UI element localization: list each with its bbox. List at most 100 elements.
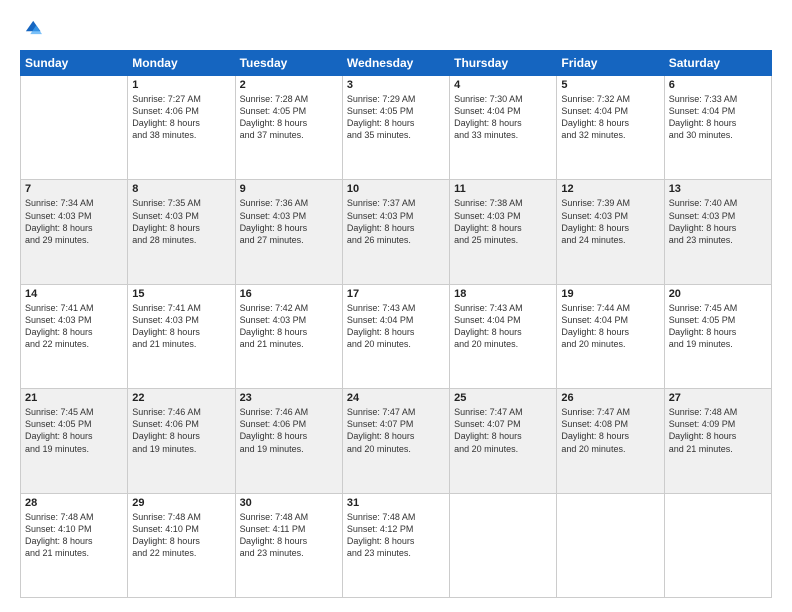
header (20, 18, 772, 40)
calendar-cell: 1 Sunrise: 7:27 AM Sunset: 4:06 PM Daylig… (128, 76, 235, 180)
day-info: Sunrise: 7:48 AM Sunset: 4:12 PM Dayligh… (347, 511, 445, 560)
calendar-cell: 8 Sunrise: 7:35 AM Sunset: 4:03 PM Daylig… (128, 180, 235, 284)
day-info: Sunrise: 7:40 AM Sunset: 4:03 PM Dayligh… (669, 197, 767, 246)
day-info: Sunrise: 7:43 AM Sunset: 4:04 PM Dayligh… (454, 302, 552, 351)
day-number: 18 (454, 288, 552, 300)
calendar-cell: 27 Sunrise: 7:48 AM Sunset: 4:09 PM Dayli… (664, 389, 771, 493)
day-info: Sunrise: 7:46 AM Sunset: 4:06 PM Dayligh… (132, 406, 230, 455)
calendar-cell: 22Sunrise: 7:46 AM Sunset: 4:06 PM Dayli… (128, 389, 235, 493)
calendar-cell: 9 Sunrise: 7:36 AM Sunset: 4:03 PM Daylig… (235, 180, 342, 284)
weekday-header-sunday: Sunday (21, 51, 128, 76)
weekday-header-saturday: Saturday (664, 51, 771, 76)
weekday-header-wednesday: Wednesday (342, 51, 449, 76)
day-info: Sunrise: 7:44 AM Sunset: 4:04 PM Dayligh… (561, 302, 659, 351)
weekday-header-monday: Monday (128, 51, 235, 76)
weekday-header-tuesday: Tuesday (235, 51, 342, 76)
calendar-cell: 12 Sunrise: 7:39 AM Sunset: 4:03 PM Dayli… (557, 180, 664, 284)
day-info: Sunrise: 7:48 AM Sunset: 4:10 PM Dayligh… (25, 511, 123, 560)
calendar-cell (450, 493, 557, 597)
day-info: Sunrise: 7:30 AM Sunset: 4:04 PM Dayligh… (454, 93, 552, 142)
day-info: Sunrise: 7:39 AM Sunset: 4:03 PM Dayligh… (561, 197, 659, 246)
day-number: 27 (669, 392, 767, 404)
calendar-cell: 15Sunrise: 7:41 AM Sunset: 4:03 PM Dayli… (128, 284, 235, 388)
day-info: Sunrise: 7:33 AM Sunset: 4:04 PM Dayligh… (669, 93, 767, 142)
day-number: 28 (25, 497, 123, 509)
day-number: 3 (347, 79, 445, 91)
day-info: Sunrise: 7:46 AM Sunset: 4:06 PM Dayligh… (240, 406, 338, 455)
calendar-week-row: 7 Sunrise: 7:34 AM Sunset: 4:03 PM Daylig… (21, 180, 772, 284)
day-number: 14 (25, 288, 123, 300)
day-number: 1 (132, 79, 230, 91)
day-number: 16 (240, 288, 338, 300)
day-number: 2 (240, 79, 338, 91)
day-info: Sunrise: 7:47 AM Sunset: 4:08 PM Dayligh… (561, 406, 659, 455)
day-info: Sunrise: 7:38 AM Sunset: 4:03 PM Dayligh… (454, 197, 552, 246)
day-number: 20 (669, 288, 767, 300)
day-number: 31 (347, 497, 445, 509)
day-info: Sunrise: 7:41 AM Sunset: 4:03 PM Dayligh… (132, 302, 230, 351)
calendar-cell: 5Sunrise: 7:32 AM Sunset: 4:04 PM Daylig… (557, 76, 664, 180)
day-info: Sunrise: 7:48 AM Sunset: 4:10 PM Dayligh… (132, 511, 230, 560)
calendar-week-row: 28 Sunrise: 7:48 AM Sunset: 4:10 PM Dayli… (21, 493, 772, 597)
day-number: 19 (561, 288, 659, 300)
calendar-cell: 18 Sunrise: 7:43 AM Sunset: 4:04 PM Dayli… (450, 284, 557, 388)
weekday-header-friday: Friday (557, 51, 664, 76)
day-number: 29 (132, 497, 230, 509)
day-info: Sunrise: 7:35 AM Sunset: 4:03 PM Dayligh… (132, 197, 230, 246)
calendar-week-row: 14 Sunrise: 7:41 AM Sunset: 4:03 PM Dayli… (21, 284, 772, 388)
day-info: Sunrise: 7:45 AM Sunset: 4:05 PM Dayligh… (25, 406, 123, 455)
calendar-cell: 21 Sunrise: 7:45 AM Sunset: 4:05 PM Dayli… (21, 389, 128, 493)
calendar-week-row: 21 Sunrise: 7:45 AM Sunset: 4:05 PM Dayli… (21, 389, 772, 493)
calendar-cell: 11Sunrise: 7:38 AM Sunset: 4:03 PM Dayli… (450, 180, 557, 284)
calendar-cell (557, 493, 664, 597)
calendar-cell: 2 Sunrise: 7:28 AM Sunset: 4:05 PM Daylig… (235, 76, 342, 180)
day-info: Sunrise: 7:29 AM Sunset: 4:05 PM Dayligh… (347, 93, 445, 142)
calendar-cell: 20 Sunrise: 7:45 AM Sunset: 4:05 PM Dayli… (664, 284, 771, 388)
day-info: Sunrise: 7:47 AM Sunset: 4:07 PM Dayligh… (347, 406, 445, 455)
day-number: 24 (347, 392, 445, 404)
day-number: 13 (669, 183, 767, 195)
page: SundayMondayTuesdayWednesdayThursdayFrid… (0, 0, 792, 612)
calendar-cell: 23Sunrise: 7:46 AM Sunset: 4:06 PM Dayli… (235, 389, 342, 493)
day-number: 5 (561, 79, 659, 91)
day-info: Sunrise: 7:47 AM Sunset: 4:07 PM Dayligh… (454, 406, 552, 455)
day-info: Sunrise: 7:48 AM Sunset: 4:09 PM Dayligh… (669, 406, 767, 455)
calendar-cell: 29 Sunrise: 7:48 AM Sunset: 4:10 PM Dayli… (128, 493, 235, 597)
calendar-cell: 31 Sunrise: 7:48 AM Sunset: 4:12 PM Dayli… (342, 493, 449, 597)
calendar-cell: 10Sunrise: 7:37 AM Sunset: 4:03 PM Dayli… (342, 180, 449, 284)
day-number: 12 (561, 183, 659, 195)
day-number: 4 (454, 79, 552, 91)
day-info: Sunrise: 7:28 AM Sunset: 4:05 PM Dayligh… (240, 93, 338, 142)
calendar-week-row: 1 Sunrise: 7:27 AM Sunset: 4:06 PM Daylig… (21, 76, 772, 180)
day-info: Sunrise: 7:42 AM Sunset: 4:03 PM Dayligh… (240, 302, 338, 351)
calendar-cell: 6Sunrise: 7:33 AM Sunset: 4:04 PM Daylig… (664, 76, 771, 180)
calendar-cell: 16 Sunrise: 7:42 AM Sunset: 4:03 PM Dayli… (235, 284, 342, 388)
calendar-cell: 4 Sunrise: 7:30 AM Sunset: 4:04 PM Daylig… (450, 76, 557, 180)
day-number: 17 (347, 288, 445, 300)
calendar-cell (21, 76, 128, 180)
day-number: 8 (132, 183, 230, 195)
calendar-table: SundayMondayTuesdayWednesdayThursdayFrid… (20, 50, 772, 598)
day-info: Sunrise: 7:48 AM Sunset: 4:11 PM Dayligh… (240, 511, 338, 560)
day-number: 26 (561, 392, 659, 404)
day-info: Sunrise: 7:45 AM Sunset: 4:05 PM Dayligh… (669, 302, 767, 351)
calendar-cell: 17 Sunrise: 7:43 AM Sunset: 4:04 PM Dayli… (342, 284, 449, 388)
day-number: 21 (25, 392, 123, 404)
calendar-cell: 25 Sunrise: 7:47 AM Sunset: 4:07 PM Dayli… (450, 389, 557, 493)
day-info: Sunrise: 7:36 AM Sunset: 4:03 PM Dayligh… (240, 197, 338, 246)
weekday-header-row: SundayMondayTuesdayWednesdayThursdayFrid… (21, 51, 772, 76)
calendar-cell: 30 Sunrise: 7:48 AM Sunset: 4:11 PM Dayli… (235, 493, 342, 597)
calendar-cell: 26 Sunrise: 7:47 AM Sunset: 4:08 PM Dayli… (557, 389, 664, 493)
day-info: Sunrise: 7:27 AM Sunset: 4:06 PM Dayligh… (132, 93, 230, 142)
day-info: Sunrise: 7:43 AM Sunset: 4:04 PM Dayligh… (347, 302, 445, 351)
calendar-cell: 13 Sunrise: 7:40 AM Sunset: 4:03 PM Dayli… (664, 180, 771, 284)
day-number: 30 (240, 497, 338, 509)
day-info: Sunrise: 7:41 AM Sunset: 4:03 PM Dayligh… (25, 302, 123, 351)
calendar-cell: 3 Sunrise: 7:29 AM Sunset: 4:05 PM Daylig… (342, 76, 449, 180)
calendar-cell (664, 493, 771, 597)
day-info: Sunrise: 7:34 AM Sunset: 4:03 PM Dayligh… (25, 197, 123, 246)
day-number: 7 (25, 183, 123, 195)
day-number: 25 (454, 392, 552, 404)
day-number: 9 (240, 183, 338, 195)
logo (20, 18, 46, 40)
